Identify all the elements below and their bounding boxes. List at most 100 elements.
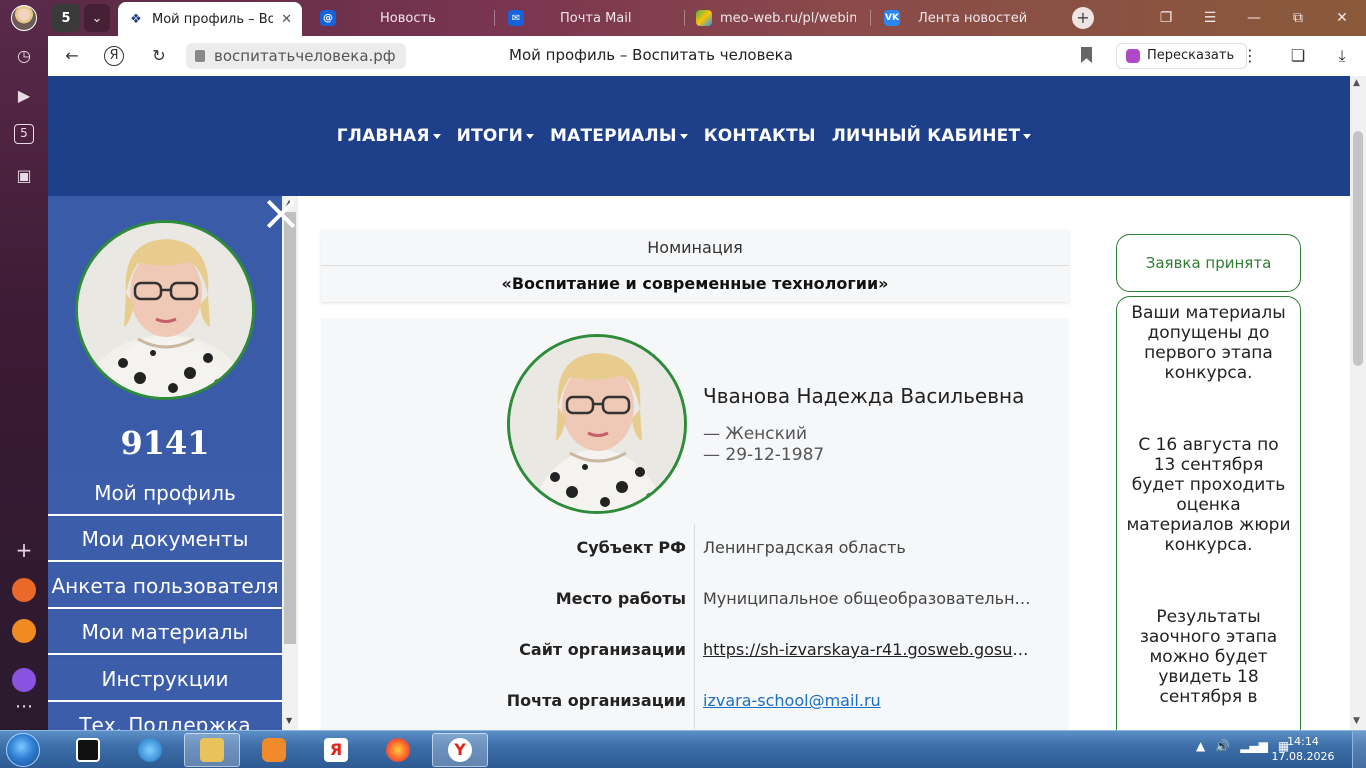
mail-at-icon: @ (320, 10, 336, 26)
mail-app-icon[interactable] (12, 619, 36, 643)
downloads-icon[interactable]: ⤓ (1330, 44, 1354, 68)
start-button-icon[interactable] (6, 733, 40, 767)
taskbar-app-media[interactable] (246, 733, 302, 767)
extensions-icon[interactable]: ❏ (1286, 44, 1310, 68)
nav-results[interactable]: ИТОГИ (457, 126, 535, 146)
taskbar-app-explorer[interactable] (184, 733, 240, 767)
page-title[interactable]: Мой профиль – Воспитать человека (509, 46, 793, 64)
user-avatar-icon[interactable] (11, 5, 37, 31)
tab-my-profile[interactable]: ❖ Мой профиль – Восп ✕ (118, 2, 302, 36)
tab-title: Мой профиль – Восп (152, 11, 274, 27)
bookmark-icon[interactable] (1081, 47, 1092, 63)
retell-button[interactable]: Пересказать (1116, 43, 1248, 69)
media-play-icon[interactable]: ▶ (12, 84, 36, 108)
url-chip[interactable]: воспитатьчеловека.рф (186, 43, 406, 69)
minimize-icon[interactable]: — (1242, 6, 1266, 30)
browser-side-rail: ◷ ▶ 5 ▣ + ⋯ (0, 0, 48, 730)
application-accepted-badge[interactable]: Заявка принята (1116, 234, 1301, 292)
close-tab-icon[interactable]: ✕ (281, 12, 292, 27)
url-text: воспитатьчеловека.рф (214, 47, 396, 65)
lock-icon (195, 50, 205, 62)
media-player-icon (262, 738, 286, 762)
field-label: Место работы (555, 589, 686, 608)
taskbar-clock[interactable]: 14:14 17.08.2026 (1270, 734, 1336, 764)
org-email-link[interactable]: izvara-school@mail.ru (703, 691, 1033, 710)
new-tab-plus-icon[interactable]: + (1072, 7, 1094, 29)
field-value: Муниципальное общеобразовательное учрежд… (703, 589, 1033, 608)
sidebar-scrollbar[interactable]: ▲ ▼ (282, 196, 298, 730)
tray-signal-icon[interactable]: ▂▄▆ (1240, 739, 1268, 753)
tab-title: meo-web.ru/pl/webinar/ (720, 10, 856, 26)
org-site-link[interactable]: https://sh-izvarskaya-r41.gosweb.gosuslu… (703, 640, 1033, 659)
tab-news[interactable]: @ Новость (310, 4, 490, 32)
back-arrow-icon[interactable]: ← (60, 44, 84, 68)
reload-icon[interactable]: ↻ (147, 44, 171, 68)
nomination-value: «Воспитание и современные технологии» (501, 274, 889, 293)
retell-icon (1126, 49, 1140, 63)
taskbar-app-firefox[interactable] (370, 733, 426, 767)
sidebar-scroll-thumb[interactable] (284, 212, 296, 644)
add-panel-icon[interactable]: + (12, 538, 36, 562)
sidebar-item-instructions[interactable]: Инструкции (48, 657, 282, 702)
sidebar-item-my-materials[interactable]: Мои материалы (48, 611, 282, 656)
tab-vk-feed[interactable]: VK Лента новостей (874, 4, 1058, 32)
tray-volume-icon[interactable]: 🔊 (1215, 739, 1230, 753)
nomination-box: Номинация «Воспитание и современные техн… (321, 230, 1069, 302)
tab-webinar[interactable]: meo-web.ru/pl/webinar/ (686, 4, 866, 32)
caret-down-icon (432, 133, 441, 139)
nomination-label: Номинация (321, 230, 1069, 266)
sidebar-item-my-documents[interactable]: Мои документы (48, 518, 282, 563)
scroll-down-arrow-icon[interactable]: ▼ (1353, 716, 1360, 726)
taskbar-app-yandex[interactable]: Я (308, 733, 364, 767)
field-label: Субъект РФ (576, 538, 686, 557)
tab-strip: 5 ⌄ ❖ Мой профиль – Восп ✕ @ Новость ✉ П… (48, 0, 1366, 36)
tab-collections-icon[interactable]: ❐ (1154, 6, 1178, 30)
profile-birthdate: — 29-12-1987 (703, 445, 825, 465)
page-scrollbar[interactable]: ▲ ▼ (1350, 76, 1366, 730)
menu-hamburger-icon[interactable]: ☰ (1198, 6, 1222, 30)
portrait-image (510, 337, 684, 511)
address-toolbar: ← Я ↻ воспитатьчеловека.рф Мой профиль –… (48, 36, 1366, 76)
scroll-up-arrow-icon[interactable]: ▲ (1353, 78, 1360, 88)
tab-title: Лента новостей (918, 10, 1028, 26)
taskbar-app-shield[interactable] (60, 733, 116, 767)
sidebar-item-tech-support[interactable]: Тех. Поддержка (48, 703, 282, 730)
webinar-favicon-icon (696, 10, 712, 26)
tray-expand-icon[interactable]: ▲ (1196, 739, 1205, 753)
tab-mail[interactable]: ✉ Почта Mail (498, 4, 678, 32)
alice-assistant-icon[interactable] (12, 668, 36, 692)
sidebar-item-user-form[interactable]: Анкета пользователя (48, 564, 282, 609)
restore-icon[interactable]: ⧉ (1286, 6, 1310, 30)
tab-counter-badge[interactable]: 5 (52, 4, 80, 32)
folder-icon (200, 738, 224, 762)
close-window-icon[interactable]: ✕ (1330, 6, 1354, 30)
sidebar-item-my-profile[interactable]: Мой профиль (48, 472, 282, 516)
yandex-logo-icon[interactable]: Я (104, 46, 124, 66)
taskbar-app-yandex-browser[interactable]: Y (432, 733, 488, 767)
history-clock-icon[interactable]: ◷ (12, 44, 36, 68)
caret-down-icon (1023, 133, 1032, 139)
profile-card: Чванова Надежда Васильевна — Женский — 2… (321, 318, 1069, 730)
site-favicon-icon: ❖ (128, 11, 144, 27)
tab-list-chevron-icon[interactable]: ⌄ (84, 4, 110, 32)
app-orange-icon[interactable] (12, 578, 36, 602)
close-sidebar-icon[interactable] (266, 196, 296, 228)
scroll-down-arrow-icon[interactable]: ▼ (286, 716, 292, 725)
nav-home[interactable]: ГЛАВНАЯ (337, 126, 441, 146)
more-dots-icon[interactable]: ⋯ (12, 698, 36, 724)
rail-counter-badge[interactable]: 5 (14, 124, 34, 144)
screenshot-camera-icon[interactable]: ▣ (12, 164, 36, 188)
clock-time: 14:14 (1287, 735, 1319, 748)
nav-materials[interactable]: МАТЕРИАЛЫ (550, 126, 688, 146)
firefox-icon (386, 738, 410, 762)
retell-label: Пересказать (1147, 48, 1235, 63)
mail-envelope-icon: ✉ (508, 10, 524, 26)
sidebar-menu: Мой профиль Мои документы Анкета пользов… (48, 472, 282, 730)
show-desktop-button[interactable] (1352, 731, 1366, 768)
taskbar-app-ie[interactable] (122, 733, 178, 767)
nav-contacts[interactable]: КОНТАКТЫ (704, 126, 816, 146)
internet-explorer-icon (138, 738, 162, 762)
page-scroll-thumb[interactable] (1353, 131, 1363, 366)
more-vertical-icon[interactable]: ⋮ (1238, 44, 1262, 68)
nav-personal-account[interactable]: ЛИЧНЫЙ КАБИНЕТ (832, 126, 1032, 146)
